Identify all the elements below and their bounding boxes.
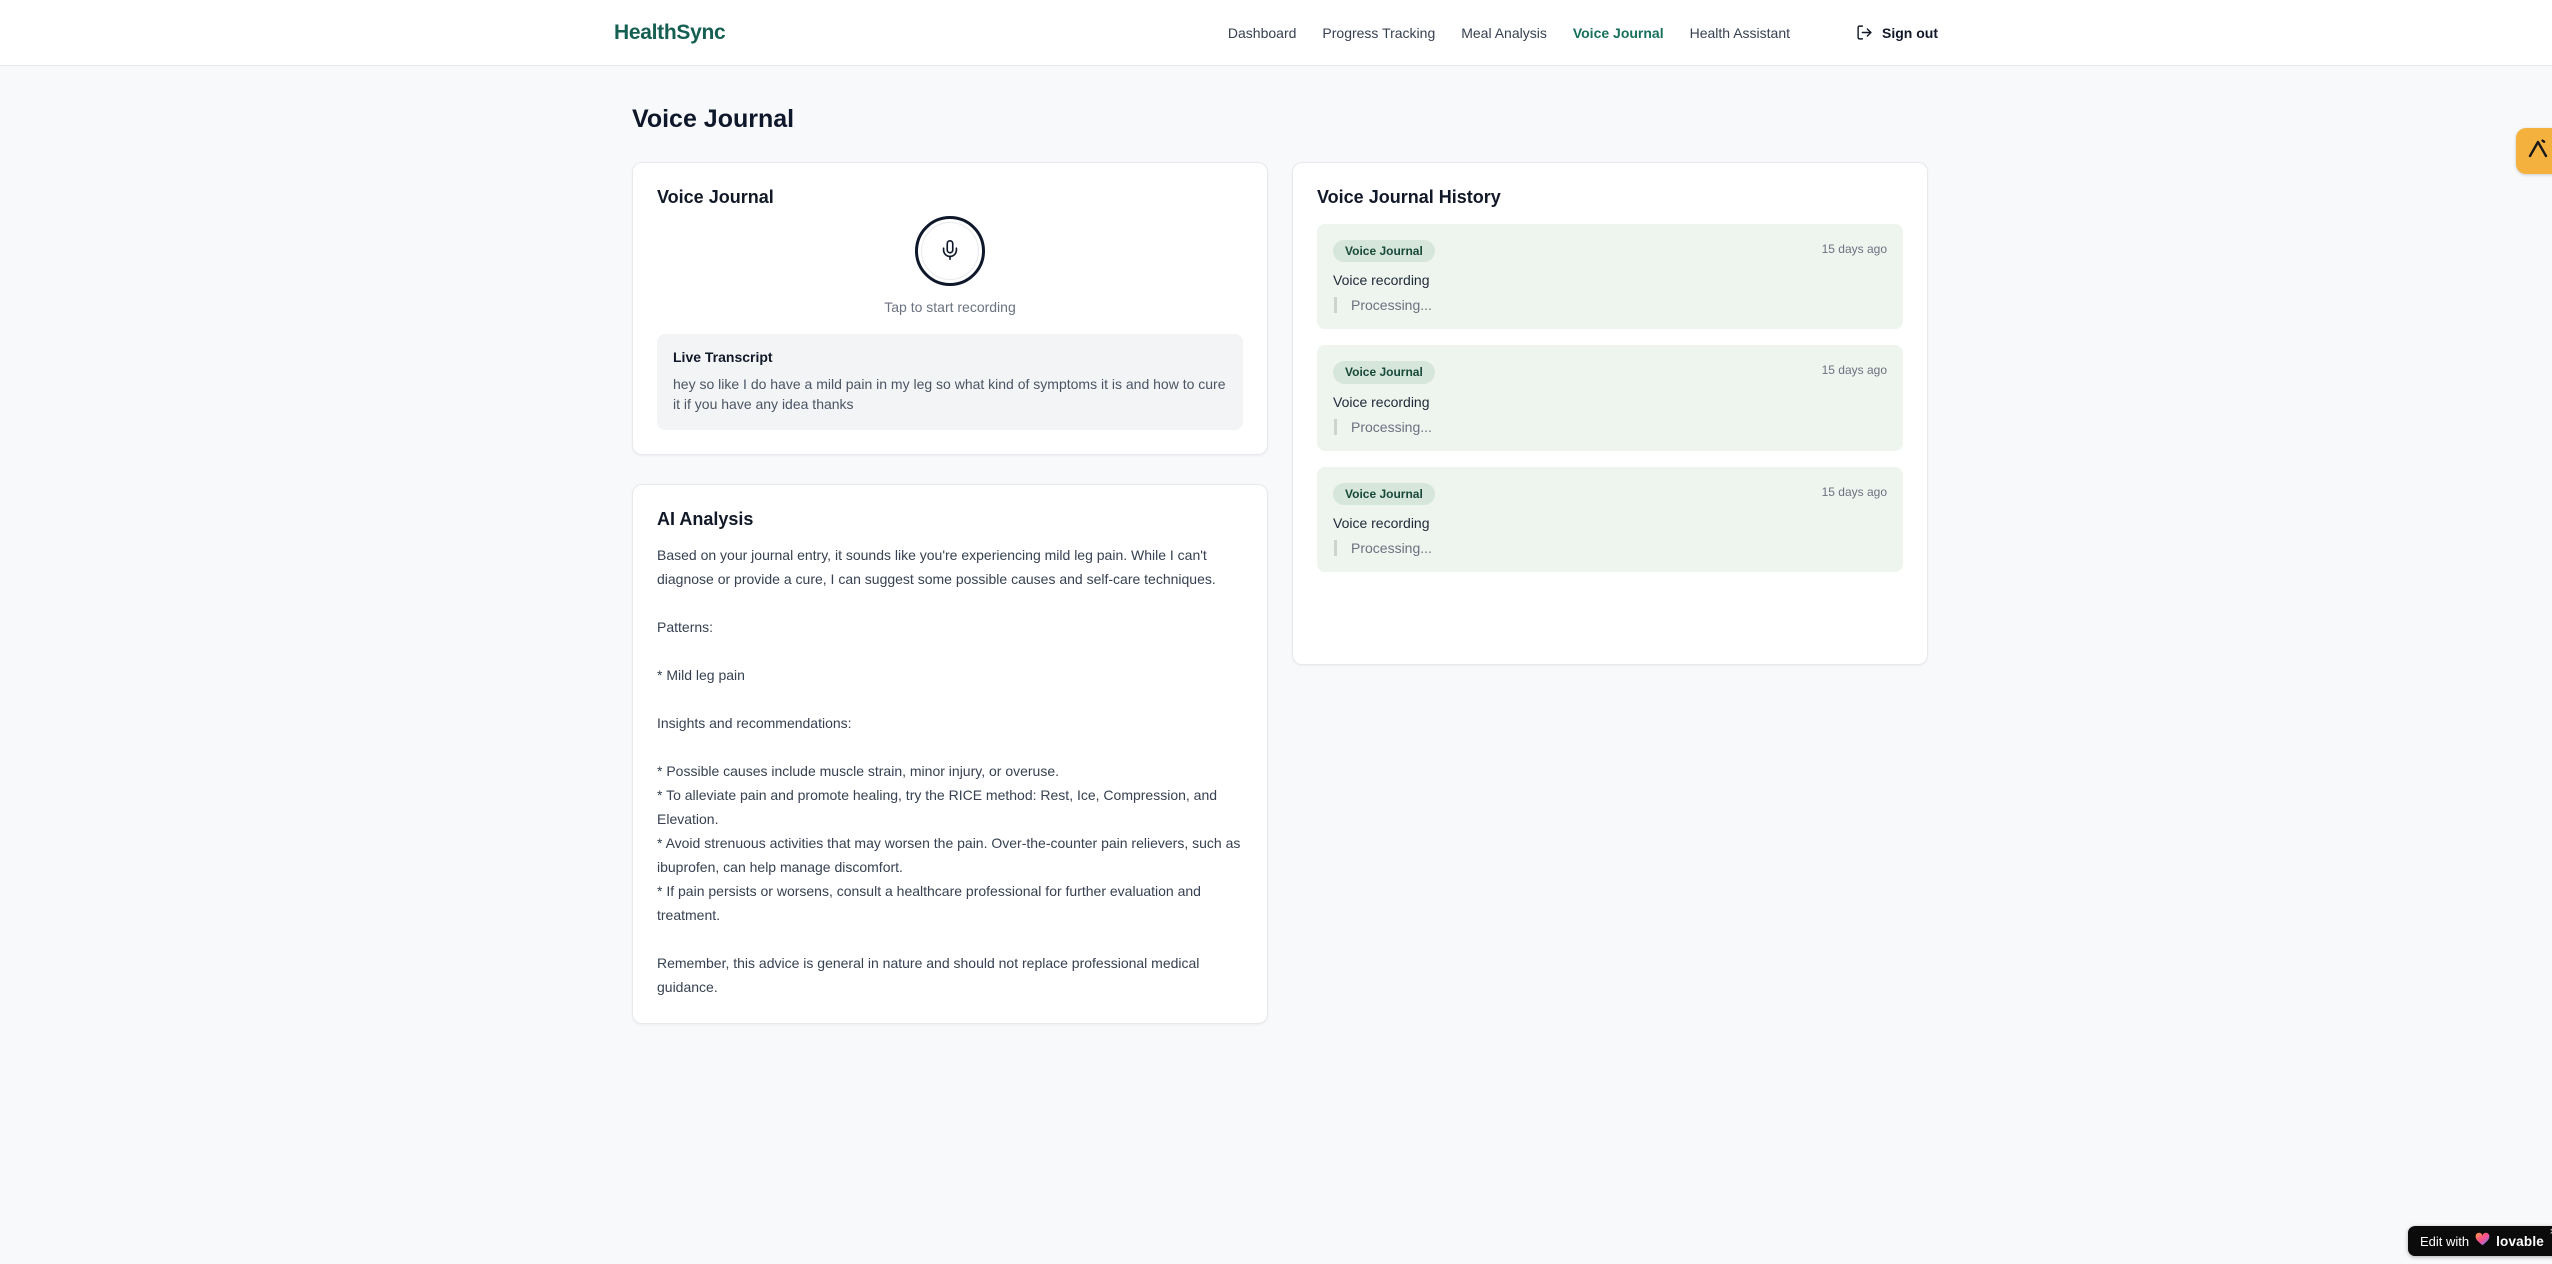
entry-status: Processing... — [1334, 540, 1887, 557]
entry-type-badge: Voice Journal — [1333, 482, 1435, 506]
lovable-edit-badge[interactable]: Edit with lovable × — [2407, 1226, 2552, 1256]
tap-hint: Tap to start recording — [884, 299, 1016, 315]
record-button[interactable] — [915, 216, 985, 286]
transcript-title: Live Transcript — [673, 349, 773, 365]
history-card-title: Voice Journal History — [1317, 187, 1501, 207]
history-card: Voice Journal History Voice Journal 15 d… — [1292, 162, 1928, 665]
page-content: Voice Journal Voice Journal Tap to start… — [628, 105, 1928, 1024]
microphone-icon — [939, 239, 961, 264]
logout-icon — [1856, 24, 1873, 41]
lovable-brand-label: lovable — [2496, 1233, 2544, 1249]
signout-button[interactable]: Sign out — [1856, 24, 1938, 41]
nav-voice-journal[interactable]: Voice Journal — [1573, 25, 1664, 41]
ai-analysis-body: Based on your journal entry, it sounds l… — [657, 546, 1241, 995]
recorder-card-title: Voice Journal — [657, 187, 774, 207]
entry-timestamp: 15 days ago — [1821, 242, 1887, 256]
entry-status: Processing... — [1334, 418, 1887, 435]
entry-type-badge: Voice Journal — [1333, 361, 1435, 384]
edit-with-label: Edit with — [2419, 1233, 2470, 1249]
top-nav: HealthSync Dashboard Progress Tracking M… — [0, 0, 2552, 66]
nav-health-assistant[interactable]: Health Assistant — [1690, 25, 1790, 41]
main-nav: Dashboard Progress Tracking Meal Analysi… — [1228, 24, 1938, 41]
lovable-brand-icon — [2525, 136, 2551, 167]
entry-timestamp: 15 days ago — [1821, 484, 1887, 499]
nav-dashboard[interactable]: Dashboard — [1228, 25, 1297, 41]
signout-label: Sign out — [1882, 24, 1938, 41]
entry-title: Voice recording — [1333, 515, 1430, 532]
ai-analysis-title: AI Analysis — [657, 508, 754, 529]
app-logo[interactable]: HealthSync — [614, 21, 726, 45]
transcript-text: hey so like I do have a mild pain in my … — [673, 376, 1226, 413]
history-entry[interactable]: Voice Journal 15 days ago Voice recordin… — [1317, 224, 1903, 330]
entry-status: Processing... — [1334, 297, 1887, 314]
ai-analysis-card: AI Analysis Based on your journal entry,… — [632, 483, 1268, 1024]
heart-icon — [2475, 1232, 2490, 1251]
entry-type-badge: Voice Journal — [1333, 240, 1435, 263]
page-title: Voice Journal — [632, 105, 795, 133]
entry-title: Voice recording — [1333, 272, 1430, 289]
history-entry[interactable]: Voice Journal 15 days ago Voice recordin… — [1317, 345, 1903, 451]
entry-title: Voice recording — [1333, 393, 1430, 410]
nav-meal-analysis[interactable]: Meal Analysis — [1461, 25, 1547, 41]
history-entry[interactable]: Voice Journal 15 days ago Voice recordin… — [1317, 466, 1903, 573]
live-transcript-box: Live Transcript hey so like I do have a … — [657, 334, 1243, 430]
lovable-side-badge[interactable] — [2516, 128, 2552, 174]
nav-progress-tracking[interactable]: Progress Tracking — [1322, 25, 1435, 41]
entry-timestamp: 15 days ago — [1821, 363, 1887, 378]
recorder-card: Voice Journal Tap to start recording Liv… — [632, 162, 1268, 455]
